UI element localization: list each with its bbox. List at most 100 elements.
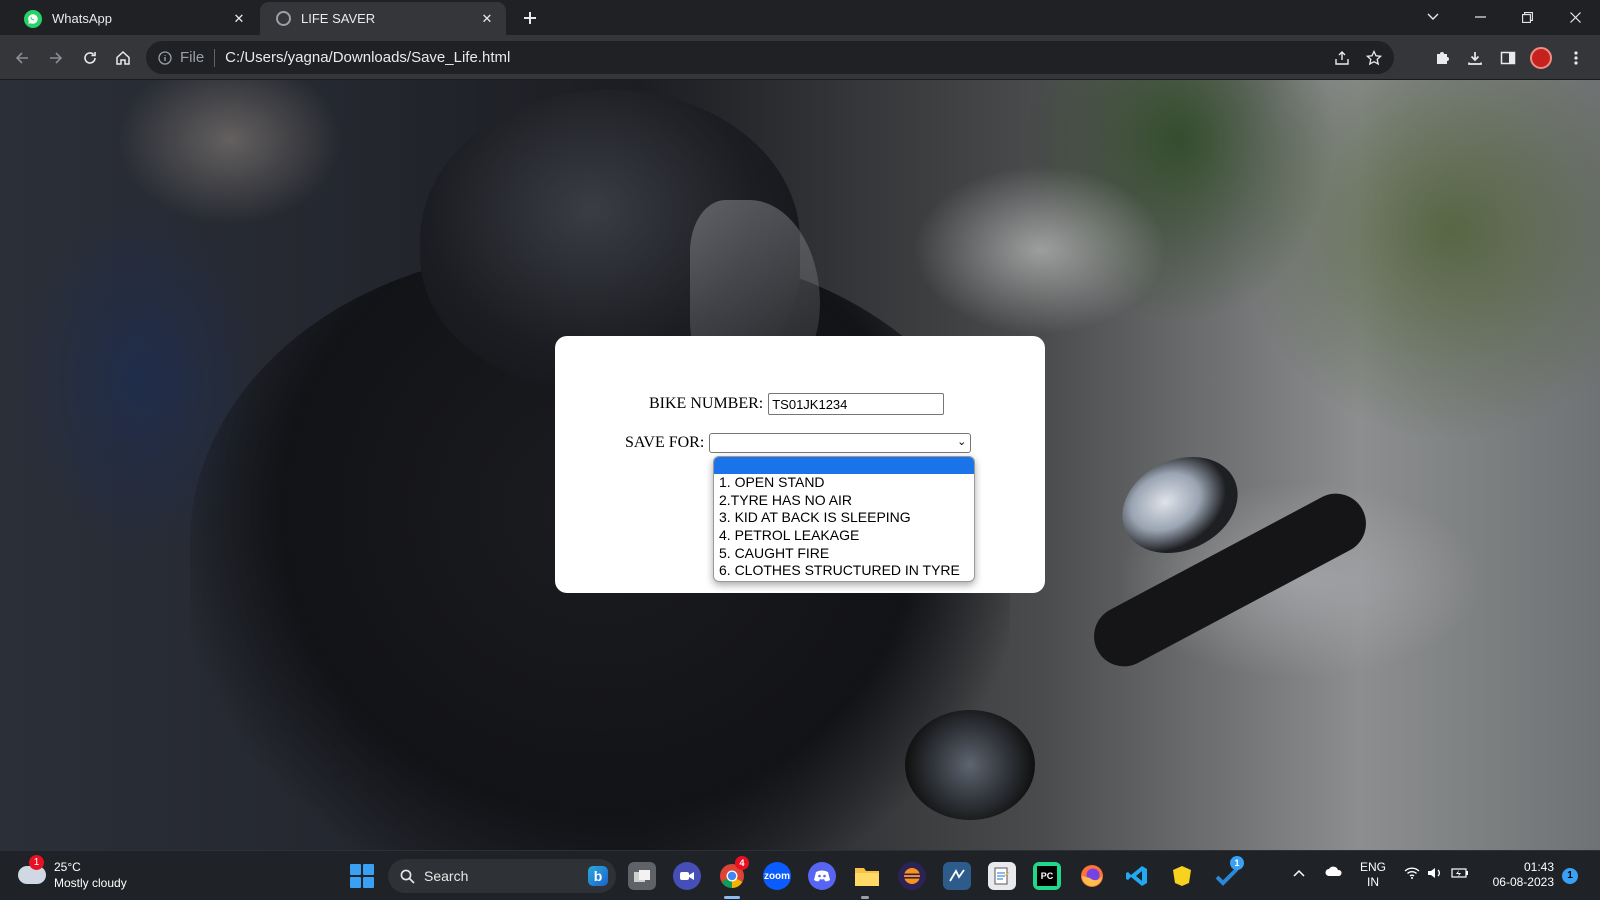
site-info[interactable]: File: [158, 49, 204, 66]
vscode-icon[interactable]: [1123, 862, 1151, 890]
firefox-icon[interactable]: [1078, 862, 1106, 890]
weather-text: 25°C Mostly cloudy: [54, 859, 127, 891]
new-tab-button[interactable]: [518, 6, 542, 30]
share-icon: [1335, 51, 1349, 65]
save-for-select[interactable]: ⌄: [709, 433, 972, 453]
forward-button[interactable]: [42, 44, 70, 72]
url-text[interactable]: C:/Users/yagna/Downloads/Save_Life.html: [225, 49, 510, 66]
star-icon: [1366, 50, 1382, 66]
divider: [214, 48, 216, 67]
task-view-icon[interactable]: [628, 862, 656, 890]
start-button[interactable]: [350, 864, 374, 888]
todo-badge: 1: [1230, 856, 1244, 870]
chrome-badge: 4: [735, 856, 749, 870]
globe-icon: [276, 11, 291, 26]
clock-time: 01:43: [1523, 860, 1554, 874]
restore-button[interactable]: [1504, 0, 1550, 34]
onedrive-icon[interactable]: [1325, 866, 1343, 881]
save-for-row: SAVE FOR: ⌄: [625, 433, 972, 453]
close-icon: [1569, 11, 1581, 23]
tab-strip: WhatsApp ✕ LIFE SAVER ✕: [0, 0, 1600, 35]
forward-arrow-icon: [50, 52, 63, 64]
browser-toolbar: File C:/Users/yagna/Downloads/Save_Life.…: [0, 35, 1600, 80]
volume-icon[interactable]: [1427, 867, 1443, 883]
tab-title: LIFE SAVER: [301, 11, 376, 26]
minimize-icon: [1474, 16, 1486, 18]
sticky-notes-icon[interactable]: [1168, 862, 1196, 890]
close-window-button[interactable]: [1552, 0, 1598, 34]
profile-button[interactable]: [1527, 44, 1555, 72]
windows-logo-icon: [363, 864, 374, 875]
tab-title: WhatsApp: [52, 11, 112, 26]
address-bar-actions: [1328, 44, 1388, 72]
option-kid-sleeping[interactable]: 3. KID AT BACK IS SLEEPING: [714, 509, 974, 527]
close-icon[interactable]: ✕: [478, 10, 496, 28]
menu-button[interactable]: [1562, 44, 1590, 72]
weather-badge: 1: [29, 855, 44, 870]
address-bar[interactable]: File C:/Users/yagna/Downloads/Save_Life.…: [146, 41, 1394, 74]
kebab-menu-icon: [1574, 51, 1578, 65]
option-open-stand[interactable]: 1. OPEN STAND: [714, 474, 974, 492]
battery-icon[interactable]: [1451, 867, 1469, 883]
weather-widget[interactable]: 1 25°C Mostly cloudy: [18, 855, 127, 891]
downloads-button[interactable]: [1461, 44, 1489, 72]
close-icon[interactable]: ✕: [230, 10, 248, 28]
reload-icon: [84, 52, 96, 64]
bookmark-button[interactable]: [1360, 44, 1388, 72]
chevron-down-icon: [1427, 13, 1439, 20]
side-panel-icon: [1500, 51, 1516, 65]
option-clothes-in-tyre[interactable]: 6. CLOTHES STRUCTURED IN TYRE: [714, 562, 974, 580]
eclipse-icon[interactable]: [898, 862, 926, 890]
teams-chat-icon[interactable]: [673, 862, 701, 890]
bike-number-input[interactable]: [768, 393, 945, 415]
taskbar-search[interactable]: Search b: [388, 859, 616, 893]
tab-search-button[interactable]: [1410, 0, 1456, 34]
save-for-options-list: 1. OPEN STAND 2.TYRE HAS NO AIR 3. KID A…: [713, 456, 975, 582]
restore-icon: [1521, 11, 1533, 23]
pycharm-icon[interactable]: PC: [1033, 862, 1061, 890]
clock[interactable]: 01:43 06-08-2023: [1486, 860, 1554, 890]
windows-logo-icon: [350, 864, 361, 875]
tab-whatsapp[interactable]: WhatsApp ✕: [8, 2, 258, 35]
info-icon: [158, 50, 172, 65]
clock-date: 06-08-2023: [1492, 875, 1554, 889]
reload-button[interactable]: [76, 44, 104, 72]
language-indicator[interactable]: ENG IN: [1360, 860, 1386, 890]
wifi-icon[interactable]: [1404, 867, 1420, 883]
zoom-icon[interactable]: zoom: [763, 862, 791, 890]
home-button[interactable]: [109, 44, 137, 72]
discord-icon[interactable]: [808, 862, 836, 890]
bike-number-row: BIKE NUMBER:: [649, 393, 945, 415]
puzzle-icon: [1437, 52, 1449, 64]
mysql-workbench-icon[interactable]: [943, 862, 971, 890]
notification-badge[interactable]: 1: [1562, 868, 1578, 884]
option-caught-fire[interactable]: 5. CAUGHT FIRE: [714, 545, 974, 563]
option-petrol-leakage[interactable]: 4. PETROL LEAKAGE: [714, 527, 974, 545]
search-placeholder: Search: [424, 868, 469, 884]
file-explorer-icon[interactable]: [853, 862, 881, 890]
temperature: 25°C: [54, 860, 81, 874]
chrome-icon[interactable]: 4: [718, 856, 749, 890]
todo-icon[interactable]: 1: [1213, 856, 1244, 890]
notepad-icon[interactable]: [988, 862, 1016, 890]
windows-logo-icon: [350, 877, 361, 888]
chevron-down-icon: ⌄: [957, 435, 967, 448]
side-panel-button[interactable]: [1494, 44, 1522, 72]
show-hidden-icons-button[interactable]: [1293, 866, 1305, 881]
tab-life-saver[interactable]: LIFE SAVER ✕: [260, 2, 506, 35]
windows-logo-icon: [363, 877, 374, 888]
back-button[interactable]: [8, 44, 36, 72]
share-button[interactable]: [1328, 44, 1356, 72]
home-icon: [116, 50, 130, 65]
avatar: [1530, 47, 1552, 69]
option-tyre-no-air[interactable]: 2.TYRE HAS NO AIR: [714, 492, 974, 510]
weather-condition: Mostly cloudy: [54, 876, 127, 890]
back-arrow-icon: [15, 52, 28, 64]
whatsapp-icon: [24, 9, 42, 28]
search-icon: [400, 869, 415, 884]
option-blank[interactable]: [714, 457, 974, 474]
region-code: IN: [1367, 875, 1379, 889]
minimize-button[interactable]: [1457, 0, 1503, 34]
bing-icon: b: [588, 866, 608, 886]
extensions-button[interactable]: [1428, 44, 1456, 72]
